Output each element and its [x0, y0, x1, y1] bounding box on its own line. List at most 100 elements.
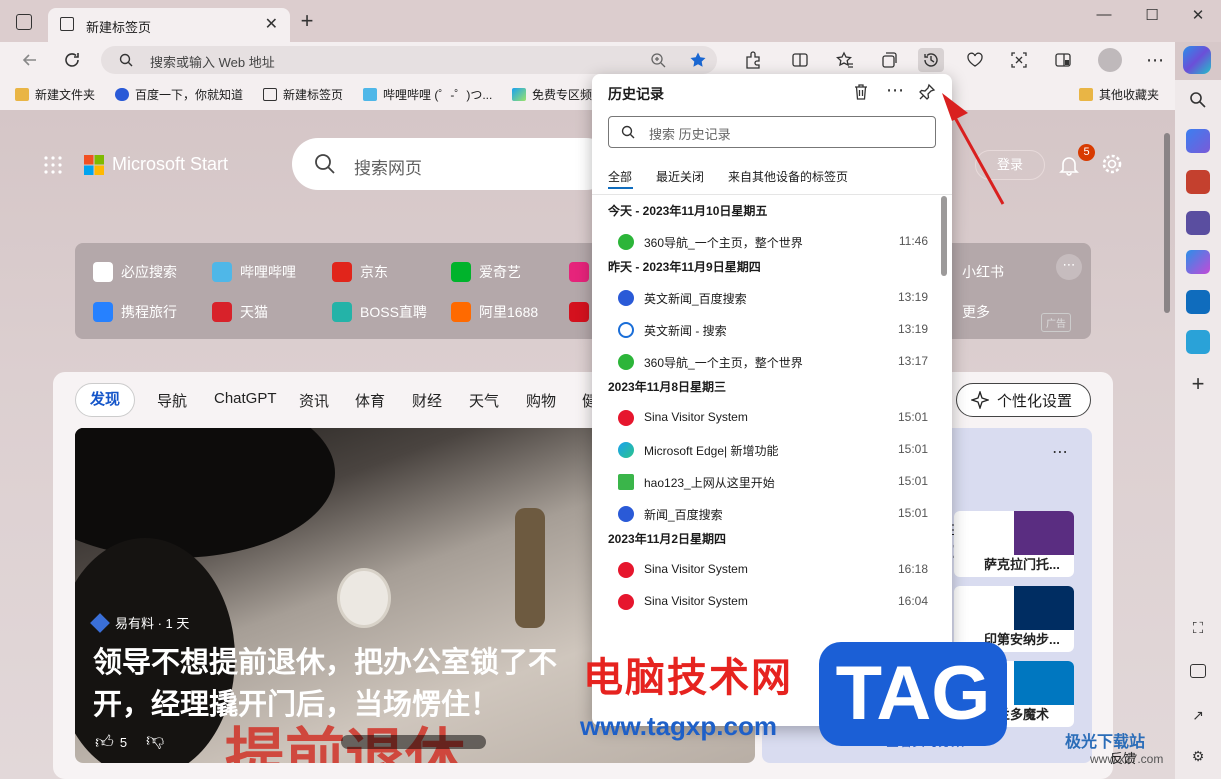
quick-links-more-icon[interactable]: ⋯: [1056, 254, 1082, 280]
sidebar-m365-icon[interactable]: [1186, 250, 1210, 274]
like-button[interactable]: 👍︎ 5: [95, 731, 127, 753]
article-source[interactable]: 易有料 · 1 天: [90, 612, 189, 633]
history-item[interactable]: 英文新闻_百度搜索 13:19: [592, 282, 936, 314]
profile-avatar[interactable]: [1098, 48, 1122, 72]
quick-link[interactable]: 天猫: [212, 302, 268, 322]
tab-discover[interactable]: 发现: [75, 383, 135, 417]
fav-item[interactable]: 哔哩哔哩 (゜-゜)つ...: [363, 86, 492, 103]
quick-link[interactable]: 必应搜索: [93, 262, 177, 282]
history-item[interactable]: 360导航_一个主页，整个世界 11:46: [592, 226, 936, 258]
web-search-box[interactable]: 搜索网页: [292, 138, 612, 190]
quick-link-label: 必应搜索: [121, 264, 177, 280]
tab-sports[interactable]: 体育: [355, 390, 385, 411]
bilibili-icon: [363, 88, 377, 101]
history-item[interactable]: Sina Visitor System 15:01: [592, 402, 936, 434]
sidebar-games-icon[interactable]: [1186, 211, 1210, 235]
split-screen-icon[interactable]: [787, 48, 813, 72]
sidebar-external-icon[interactable]: ↗: [1186, 707, 1210, 731]
tab-actions-icon[interactable]: [16, 14, 32, 30]
collections-icon[interactable]: [876, 48, 902, 72]
personalize-button[interactable]: 个性化设置: [956, 383, 1091, 417]
minimize-button[interactable]: —: [1092, 6, 1116, 26]
favorites-icon[interactable]: [832, 48, 858, 72]
sidebar-layout-icon[interactable]: [1190, 664, 1206, 678]
quick-link[interactable]: 京东: [332, 262, 388, 282]
history-icon[interactable]: [918, 48, 944, 72]
history-search-input[interactable]: 搜索 历史记录: [608, 116, 936, 148]
history-item[interactable]: Microsoft Edge| 新增功能 15:01: [592, 434, 936, 466]
favorite-star-icon[interactable]: [689, 51, 707, 69]
new-tab-button[interactable]: +: [296, 10, 318, 33]
tab-weather[interactable]: 天气: [469, 390, 499, 411]
sidebar-add-icon[interactable]: +: [1186, 372, 1210, 396]
weibo-icon: [618, 410, 634, 426]
quick-link[interactable]: 小红书: [962, 262, 1004, 282]
page-scrollbar[interactable]: [1160, 113, 1174, 779]
notification-badge: 5: [1078, 144, 1095, 161]
divider: [592, 194, 952, 195]
settings-gear-icon[interactable]: [1101, 153, 1123, 175]
fav-item[interactable]: 免费专区频: [512, 86, 592, 103]
trash-icon[interactable]: [852, 83, 870, 101]
sidebar-settings-icon[interactable]: ⚙: [1186, 748, 1210, 772]
sidebar-screenshot-icon[interactable]: ⛶: [1186, 620, 1210, 644]
other-favorites[interactable]: 其他收藏夹: [1079, 86, 1159, 103]
history-more-icon[interactable]: ⋯: [886, 80, 904, 101]
history-item[interactable]: Sina Visitor System 16:18: [592, 554, 936, 586]
apps-grid-icon[interactable]: [43, 155, 63, 175]
history-tab-recently-closed[interactable]: 最近关闭: [656, 168, 704, 185]
extensions-icon[interactable]: [740, 48, 766, 72]
back-icon[interactable]: [20, 50, 40, 70]
sidebar-shopping-icon[interactable]: [1186, 129, 1210, 153]
sidebar-tools-icon[interactable]: [1186, 170, 1210, 194]
close-tab-icon[interactable]: ✕: [265, 14, 278, 34]
history-item[interactable]: 英文新闻 - 搜索 13:19: [592, 314, 936, 346]
microsoft-start-logo[interactable]: Microsoft Start: [84, 154, 228, 175]
tab-news[interactable]: 资讯: [299, 390, 329, 411]
close-window-button[interactable]: ✕: [1186, 6, 1210, 26]
history-item[interactable]: 360导航_一个主页，整个世界 13:17: [592, 346, 936, 378]
health-icon[interactable]: [962, 48, 988, 72]
tab-new-tab[interactable]: 新建标签页 ✕: [48, 8, 290, 42]
address-bar[interactable]: 搜索或输入 Web 地址: [101, 46, 717, 74]
tab-finance[interactable]: 财经: [412, 390, 442, 411]
feedback-button[interactable]: 反馈: [1110, 748, 1136, 767]
history-item[interactable]: hao123_上网从这里开始 15:01: [592, 466, 936, 498]
quick-link[interactable]: 阿里1688: [451, 302, 538, 322]
sidebar-outlook-icon[interactable]: [1186, 290, 1210, 314]
more-options-icon[interactable]: ⋯: [1146, 50, 1164, 71]
copilot-icon[interactable]: [1183, 46, 1211, 74]
refresh-icon[interactable]: [62, 50, 82, 70]
history-tab-all[interactable]: 全部: [608, 168, 632, 185]
quick-link[interactable]: 爱奇艺: [451, 262, 521, 282]
read-aloud-icon[interactable]: [1050, 48, 1076, 72]
maximize-button[interactable]: ☐: [1140, 6, 1164, 26]
quick-link[interactable]: 哔哩哔哩: [212, 262, 296, 282]
search-icon: [618, 322, 634, 338]
screenshot-icon[interactable]: [1006, 48, 1032, 72]
quick-link-more[interactable]: 更多: [962, 302, 990, 322]
history-item-time: 13:19: [897, 322, 928, 336]
sports-more-icon[interactable]: ⋯: [1052, 442, 1068, 462]
sidebar-send-icon[interactable]: [1186, 330, 1210, 354]
fav-item[interactable]: 新建标签页: [263, 86, 343, 103]
carousel-dots[interactable]: [341, 735, 486, 749]
fav-item[interactable]: 新建文件夹: [15, 86, 95, 103]
tab-chatgpt[interactable]: ChatGPT: [214, 390, 277, 407]
scrollbar-thumb[interactable]: [1164, 133, 1170, 313]
tab-shopping[interactable]: 购物: [526, 390, 556, 411]
quick-link[interactable]: 携程旅行: [93, 302, 177, 322]
history-tab-other-devices[interactable]: 来自其他设备的标签页: [728, 168, 848, 185]
tab-navigation[interactable]: 导航: [157, 390, 187, 411]
history-item[interactable]: 新闻_百度搜索 15:01: [592, 498, 936, 530]
history-item[interactable]: Sina Visitor System 16:04: [592, 586, 936, 618]
thumbs-down-icon[interactable]: 👎︎: [146, 729, 164, 751]
history-item-time: 15:01: [897, 410, 928, 424]
fav-item[interactable]: 百度一下，你就知道: [115, 86, 243, 103]
bell-icon[interactable]: [1058, 154, 1080, 176]
quick-link[interactable]: BOSS直聘: [332, 302, 427, 322]
article-headline[interactable]: 领导不想提前退休，把办公室锁了不开，经理撬开门后，当场愣住！: [93, 642, 593, 726]
sidebar-search-icon[interactable]: [1186, 88, 1210, 112]
team-card[interactable]: 萨克拉门托...: [954, 511, 1074, 577]
zoom-icon[interactable]: [650, 52, 666, 68]
